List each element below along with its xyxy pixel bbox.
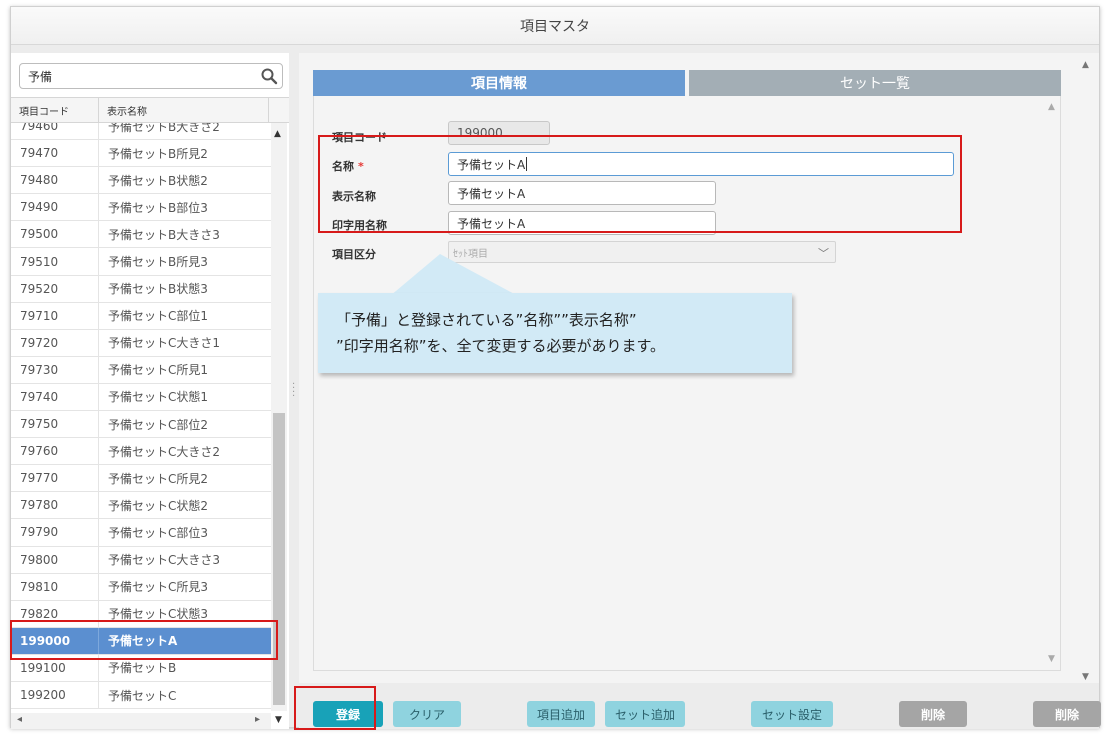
- list-item[interactable]: 79480 予備セットB状態2: [11, 167, 271, 195]
- register-button-highlight: [294, 686, 376, 730]
- delete-set-button[interactable]: 削除: [1033, 701, 1101, 727]
- list-item-code: 79730: [11, 356, 99, 383]
- list-item-name: 予備セットC状態1: [108, 390, 209, 405]
- list-item-name: 予備セットB状態3: [108, 282, 208, 297]
- list-item-code: 79760: [11, 438, 99, 465]
- window-scroll-down-icon[interactable]: ▼: [1082, 672, 1089, 682]
- list-item-code: 79460: [11, 123, 99, 140]
- scroll-left-arrow-icon[interactable]: ◂: [17, 714, 22, 725]
- list-item-name: 予備セットC大きさ2: [108, 444, 221, 459]
- list-item-name: 予備セットB状態2: [108, 173, 208, 188]
- list-item-code: 79490: [11, 194, 99, 221]
- list-item-name: 予備セットC部位1: [108, 309, 209, 324]
- list-item-code: 79500: [11, 221, 99, 248]
- column-header-name[interactable]: 表示名称: [99, 98, 269, 122]
- list-item-code: 79770: [11, 465, 99, 492]
- panel-scroll-up-icon[interactable]: ▲: [1048, 102, 1055, 112]
- list-item[interactable]: 79490 予備セットB部位3: [11, 194, 271, 222]
- clear-button[interactable]: クリア: [393, 701, 461, 727]
- list-item-name: 予備セットC: [108, 688, 177, 703]
- list-item[interactable]: 199200 予備セットC: [11, 681, 271, 710]
- list-item[interactable]: 79780 予備セットC状態2: [11, 492, 271, 520]
- add-item-button[interactable]: 項目追加: [527, 701, 595, 727]
- list-item[interactable]: 79740 予備セットC状態1: [11, 383, 271, 412]
- list-item-name: 予備セットB所見2: [108, 146, 208, 161]
- list-item-code: 79750: [11, 411, 99, 438]
- delete-button[interactable]: 削除: [899, 701, 967, 727]
- list-item-code: 79740: [11, 383, 99, 411]
- list-item-name: 予備セットC所見3: [108, 580, 209, 595]
- list-item[interactable]: 79470 予備セットB所見2: [11, 140, 271, 168]
- column-header-code[interactable]: 項目コード: [11, 98, 99, 122]
- list-item[interactable]: 79730 予備セットC所見1: [11, 356, 271, 384]
- list-item-name: 予備セットC所見2: [108, 471, 209, 486]
- list-item[interactable]: 79750 予備セットC部位2: [11, 411, 271, 439]
- callout-line-2: ”印字用名称”を、全て変更する必要があります。: [336, 337, 666, 355]
- list-item-code: 79780: [11, 492, 99, 519]
- list-item[interactable]: 79500 予備セットB大きさ3: [11, 221, 271, 249]
- list-item[interactable]: 79770 予備セットC所見2: [11, 465, 271, 493]
- selected-row-highlight: [10, 620, 278, 660]
- list-horizontal-scrollbar[interactable]: ◂ ▸: [11, 713, 271, 729]
- pane-splitter[interactable]: · · · ·: [289, 53, 299, 693]
- tab-set-list[interactable]: セット一覧: [689, 70, 1061, 96]
- add-set-button[interactable]: セット追加: [605, 701, 685, 727]
- list-header: 項目コード 表示名称: [11, 97, 289, 123]
- window-scroll-up-icon[interactable]: ▲: [1082, 60, 1089, 70]
- list-item-name: 予備セットC状態2: [108, 498, 209, 513]
- list-item-name: 予備セットC部位2: [108, 417, 209, 432]
- list-item-name: 予備セットC大きさ1: [108, 336, 221, 351]
- list-item[interactable]: 79710 予備セットC部位1: [11, 302, 271, 330]
- list-item[interactable]: 79520 予備セットB状態3: [11, 275, 271, 303]
- list-item-code: 79520: [11, 275, 99, 302]
- list-item-code: 79510: [11, 248, 99, 275]
- list-item[interactable]: 79790 予備セットC部位3: [11, 519, 271, 547]
- splitter-grip-icon: · · · ·: [292, 379, 296, 402]
- scroll-right-arrow-icon[interactable]: ▸: [255, 714, 260, 725]
- list-item-name: 予備セットB所見3: [108, 255, 208, 270]
- list-item[interactable]: 79510 予備セットB所見3: [11, 248, 271, 276]
- list-item-code: 79790: [11, 519, 99, 546]
- list-item-name: 予備セットB大きさ3: [108, 227, 220, 242]
- list-item[interactable]: 79720 予備セットC大きさ1: [11, 329, 271, 357]
- list-scroll-thumb[interactable]: [273, 413, 285, 705]
- search-input[interactable]: [20, 64, 250, 88]
- search-box: [19, 63, 283, 89]
- instruction-callout: 「予備」と登録されている”名称””表示名称” ”印字用名称”を、全て変更する必要…: [318, 293, 792, 373]
- callout-pointer: [390, 254, 518, 296]
- list-item-code: 79480: [11, 167, 99, 194]
- button-bar: 登録 クリア 項目追加 セット追加 セット設定 削除 削除: [299, 693, 1101, 729]
- list-item-name: 予備セットC部位3: [108, 525, 209, 540]
- list-item-name: 予備セットC大きさ3: [108, 553, 221, 568]
- list-item-code: 79710: [11, 302, 99, 329]
- panel-scroll-down-icon[interactable]: ▼: [1048, 654, 1055, 664]
- callout-line-1: 「予備」と登録されている”名称””表示名称”: [336, 311, 637, 329]
- tab-item-info[interactable]: 項目情報: [313, 70, 685, 96]
- chevron-down-icon[interactable]: ﹀: [818, 245, 829, 261]
- scroll-up-arrow-icon[interactable]: ▲: [274, 129, 281, 139]
- list-item[interactable]: 79760 予備セットC大きさ2: [11, 438, 271, 466]
- list-item-name: 予備セットC所見1: [108, 363, 209, 378]
- list-item-code: 79810: [11, 573, 99, 600]
- list-item[interactable]: 79800 予備セットC大きさ3: [11, 546, 271, 574]
- scroll-down-arrow-icon[interactable]: ▼: [275, 715, 282, 725]
- list-item-code: 199200: [11, 681, 99, 709]
- search-icon[interactable]: [260, 67, 278, 85]
- set-settings-button[interactable]: セット設定: [751, 701, 833, 727]
- list-item[interactable]: 79460 予備セットB大きさ2: [11, 123, 271, 141]
- list-item-name: 予備セットB大きさ2: [108, 123, 220, 134]
- list-item[interactable]: 79810 予備セットC所見3: [11, 573, 271, 601]
- category-label: 項目区分: [332, 248, 376, 261]
- list-item-code: 79800: [11, 546, 99, 573]
- list-item-code: 79720: [11, 329, 99, 356]
- window-title: 項目マスタ: [11, 7, 1099, 45]
- list-item-name: 予備セットB部位3: [108, 200, 208, 215]
- list-item-code: 79470: [11, 140, 99, 167]
- form-fields-highlight: [318, 135, 962, 233]
